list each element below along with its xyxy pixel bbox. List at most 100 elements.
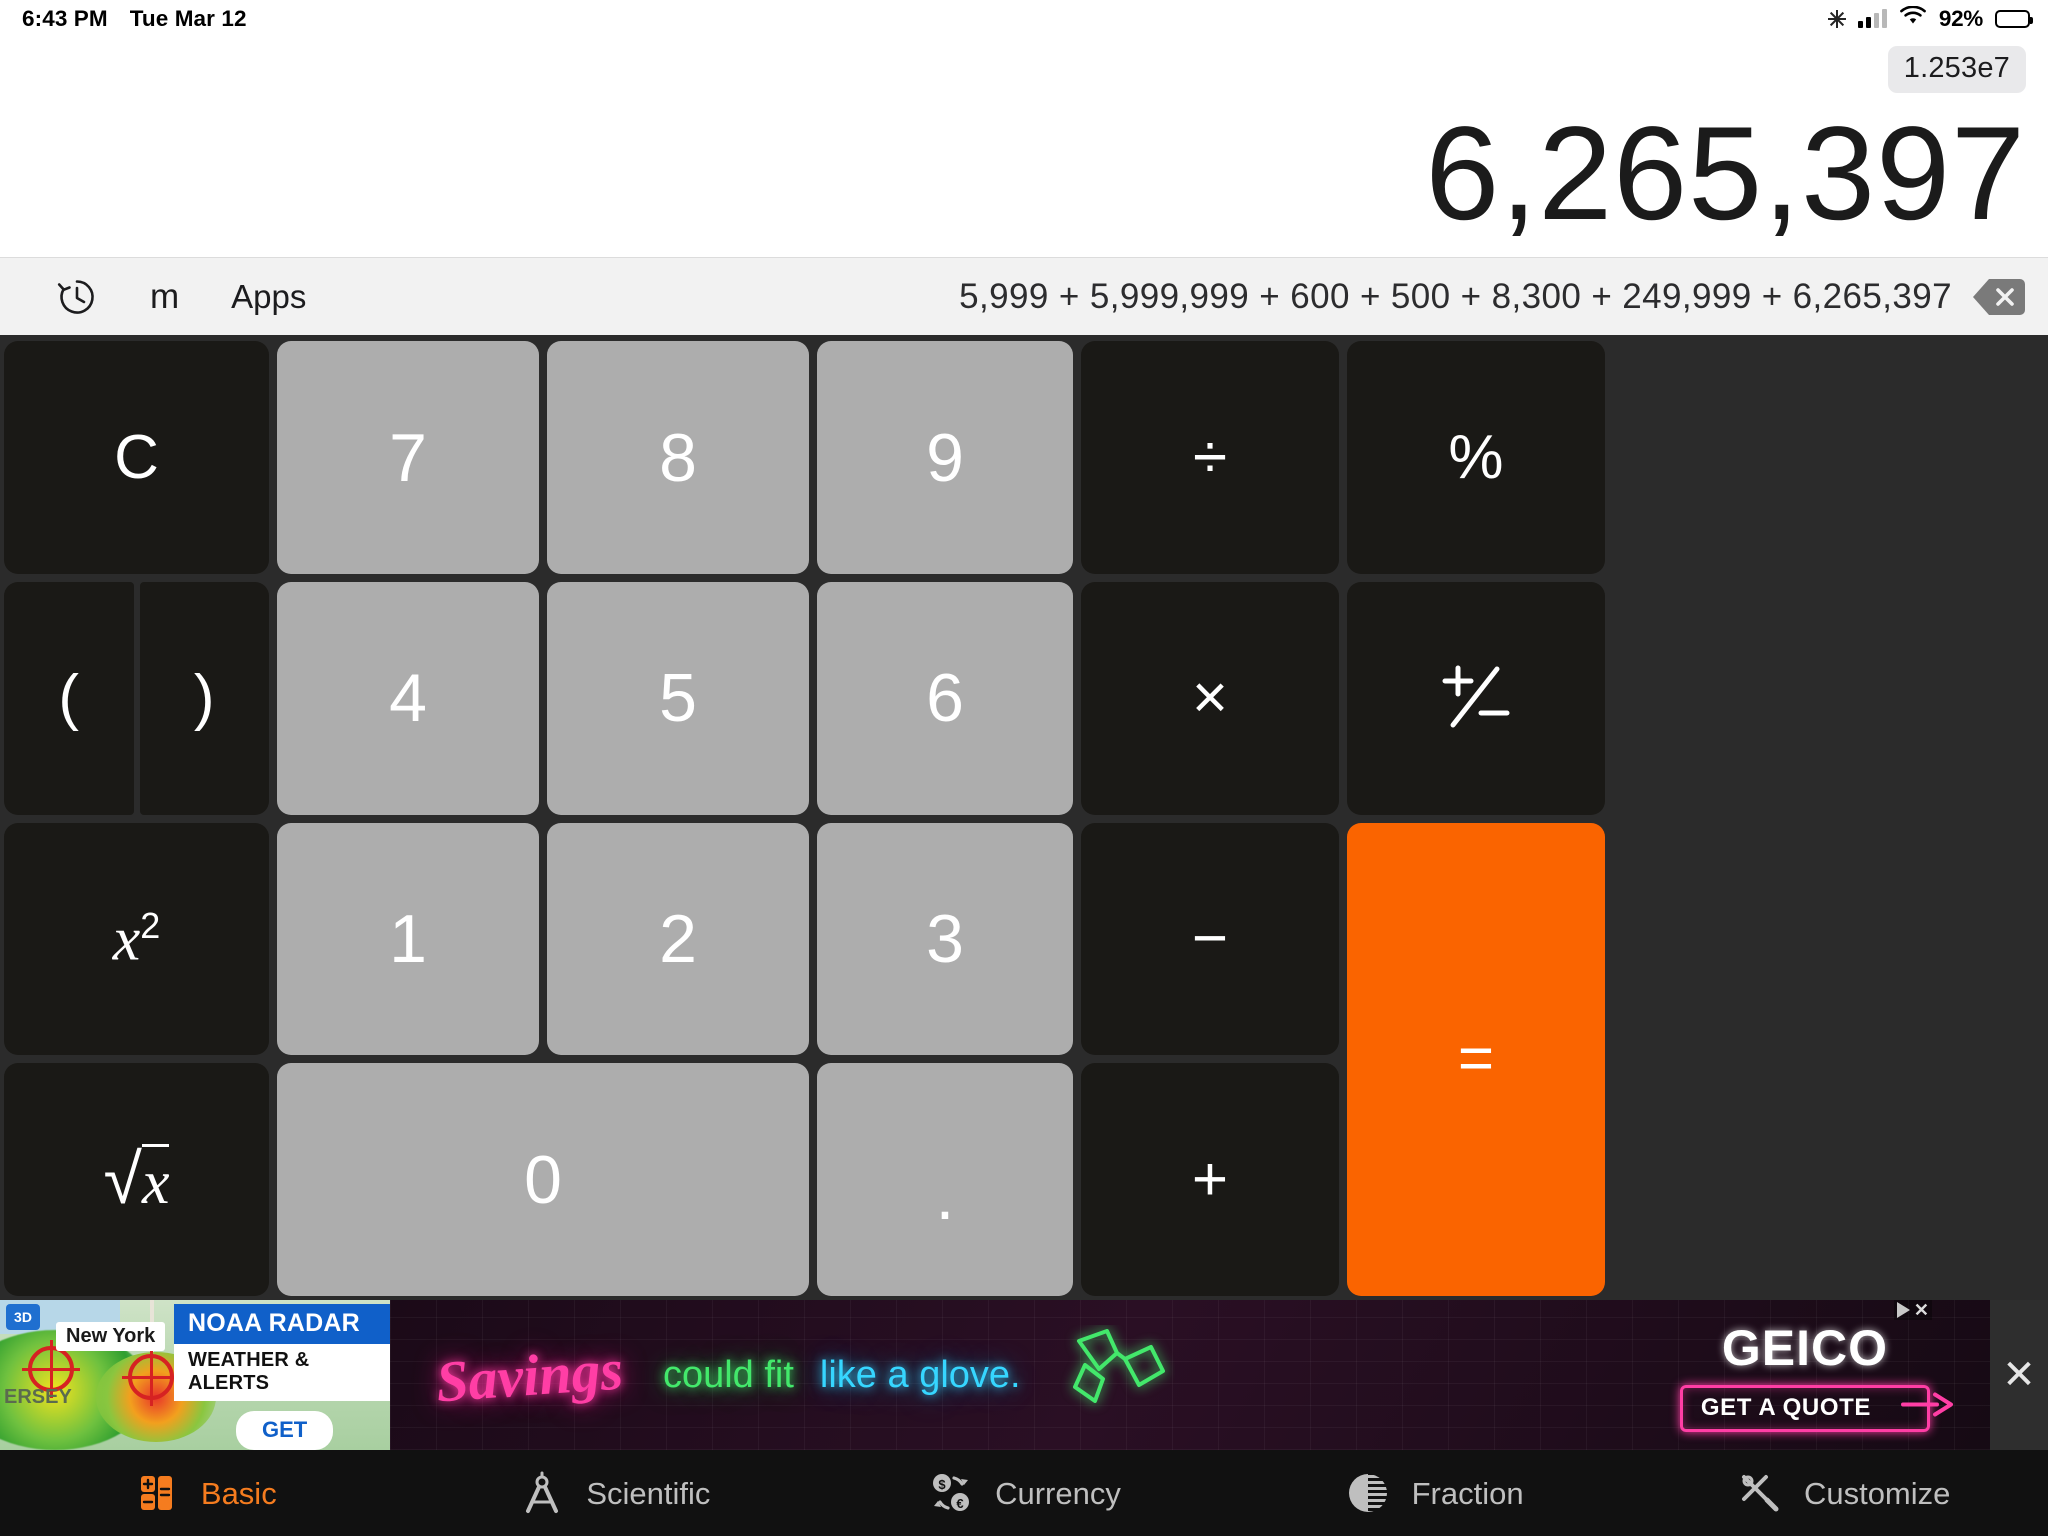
key-digit-3-label: 3: [926, 900, 964, 977]
key-digit-5-label: 5: [659, 660, 697, 737]
status-date: Tue Mar 12: [129, 6, 247, 31]
memory-label: m: [150, 277, 180, 317]
calculator-toolbar: m Apps 5,999 + 5,999,999 + 600 + 500 + 8…: [0, 257, 2048, 336]
compass-icon: [518, 1469, 566, 1517]
key-square-label: x2: [112, 905, 161, 974]
ad-geico-green-text: could fit: [662, 1353, 794, 1396]
delete-button[interactable]: [1972, 277, 2026, 317]
key-divide[interactable]: ÷: [1081, 341, 1339, 574]
ad-geico-brand: GEICO: [1721, 1319, 1888, 1376]
adchoices-triangle-icon: [1896, 1302, 1910, 1318]
tab-currency[interactable]: $ € Currency: [819, 1469, 1229, 1517]
tab-scientific-label: Scientific: [586, 1475, 711, 1511]
key-digit-8[interactable]: 8: [547, 341, 809, 574]
battery-icon: [1995, 10, 2033, 28]
key-digit-4[interactable]: 4: [277, 581, 539, 815]
cellular-signal-icon: [1857, 9, 1887, 28]
status-bar: 6:43 PM Tue Mar 12 92%: [0, 0, 2048, 38]
history-button[interactable]: [30, 267, 124, 327]
key-square[interactable]: x2: [4, 822, 269, 1056]
key-divide-label: ÷: [1192, 422, 1228, 492]
ad-noaa-text-block: NOAA RADAR WEATHER & ALERTS GET: [174, 1300, 390, 1450]
key-open-paren-label: (: [58, 663, 80, 733]
keypad: C 7 8 9 ÷ % ( ) 4 5 6 × x2 1 2 3 − = √x …: [0, 335, 2048, 1300]
toolbar-left-group: m Apps: [30, 267, 332, 327]
key-plus[interactable]: +: [1081, 1063, 1339, 1296]
key-digit-0-label: 0: [524, 1141, 562, 1218]
key-square-base: x: [112, 905, 141, 974]
tab-bar: Basic Scientific $ € Currency Fraction C…: [0, 1450, 2048, 1536]
ad-choices-icon[interactable]: ✕: [1893, 1300, 1932, 1320]
key-digit-3[interactable]: 3: [817, 822, 1073, 1056]
key-clear-label: C: [114, 422, 159, 492]
key-digit-4-label: 4: [389, 660, 427, 737]
ad-geico-cta-button[interactable]: GET A QUOTE: [1679, 1384, 1953, 1432]
key-clear[interactable]: C: [4, 341, 269, 574]
key-percent[interactable]: %: [1347, 341, 1605, 574]
ad-close-button[interactable]: ✕: [1990, 1300, 2048, 1450]
key-equals-label: =: [1457, 1024, 1495, 1094]
adchoices-close-icon[interactable]: ✕: [1914, 1301, 1929, 1319]
paren-key-pair: ( ): [4, 581, 269, 815]
key-digit-0[interactable]: 0: [277, 1063, 809, 1296]
ad-geico-brand-block: GEICO GET A QUOTE: [1679, 1319, 1953, 1432]
tab-scientific[interactable]: Scientific: [410, 1469, 820, 1517]
ad-banner[interactable]: 3D New York ERSEY NOAA RADAR WEATHER & A…: [0, 1300, 2048, 1450]
key-multiply[interactable]: ×: [1081, 581, 1339, 815]
key-digit-6[interactable]: 6: [817, 581, 1073, 815]
key-digit-7[interactable]: 7: [277, 341, 539, 574]
key-sqrt-sign: √: [103, 1139, 142, 1218]
key-sign-toggle[interactable]: [1347, 581, 1605, 815]
memory-button[interactable]: m: [124, 267, 205, 327]
wifi-icon: [1899, 5, 1927, 32]
key-multiply-label: ×: [1191, 663, 1229, 733]
key-close-paren[interactable]: ): [139, 581, 269, 815]
key-percent-label: %: [1448, 422, 1504, 492]
key-minus-label: −: [1191, 903, 1229, 973]
ad-3d-badge: 3D: [6, 1304, 40, 1330]
calculator-display: 1.253e7 6,265,397: [0, 38, 2048, 258]
calculator-keys-icon: [133, 1469, 181, 1517]
key-plus-label: +: [1191, 1144, 1229, 1214]
key-equals[interactable]: =: [1347, 822, 1605, 1296]
ad-geico-cta-label: GET A QUOTE: [1700, 1393, 1871, 1421]
key-digit-2[interactable]: 2: [547, 822, 809, 1056]
apps-button[interactable]: Apps: [205, 267, 332, 327]
ad-geico[interactable]: Savings could fit like a glove. GEICO GE…: [390, 1300, 1990, 1450]
scientific-notation-badge[interactable]: 1.253e7: [1887, 46, 2026, 93]
toolbar-right-group: 5,999 + 5,999,999 + 600 + 500 + 8,300 + …: [959, 277, 2026, 317]
pie-fraction-icon: [1344, 1469, 1392, 1517]
key-digit-9[interactable]: 9: [817, 341, 1073, 574]
key-minus[interactable]: −: [1081, 822, 1339, 1056]
key-digit-9-label: 9: [926, 419, 964, 496]
key-digit-1[interactable]: 1: [277, 822, 539, 1056]
key-sqrt-base: x: [141, 1143, 170, 1217]
key-digit-5[interactable]: 5: [547, 581, 809, 815]
tab-fraction[interactable]: Fraction: [1229, 1469, 1639, 1517]
ad-noaa-subhead: WEATHER & ALERTS: [174, 1344, 390, 1401]
svg-text:$: $: [938, 1477, 946, 1492]
history-icon: [56, 276, 98, 318]
tab-customize[interactable]: Customize: [1638, 1469, 2048, 1517]
tools-icon: [1736, 1469, 1784, 1517]
tab-basic[interactable]: Basic: [0, 1469, 410, 1517]
arrow-right-icon: [1901, 1391, 1957, 1426]
key-decimal-point[interactable]: .: [817, 1063, 1073, 1296]
tab-basic-label: Basic: [200, 1475, 277, 1511]
ad-noaa-radar[interactable]: 3D New York ERSEY NOAA RADAR WEATHER & A…: [0, 1300, 390, 1450]
result-value: 6,265,397: [1425, 100, 2026, 248]
key-close-paren-label: ): [193, 663, 215, 733]
status-time: 6:43 PM: [22, 6, 108, 31]
glove-icon: [1055, 1325, 1175, 1426]
key-digit-2-label: 2: [659, 900, 697, 977]
key-square-root[interactable]: √x: [4, 1063, 269, 1296]
key-digit-6-label: 6: [926, 660, 964, 737]
backspace-icon: [1972, 277, 2026, 317]
ad-noaa-cta-button[interactable]: GET: [236, 1411, 334, 1450]
key-digit-7-label: 7: [389, 419, 427, 496]
ad-geico-blue-text: like a glove.: [819, 1353, 1021, 1396]
key-digit-8-label: 8: [659, 419, 697, 496]
key-digit-1-label: 1: [389, 900, 427, 977]
ad-city-label: New York: [56, 1322, 166, 1351]
key-open-paren[interactable]: (: [4, 581, 134, 815]
